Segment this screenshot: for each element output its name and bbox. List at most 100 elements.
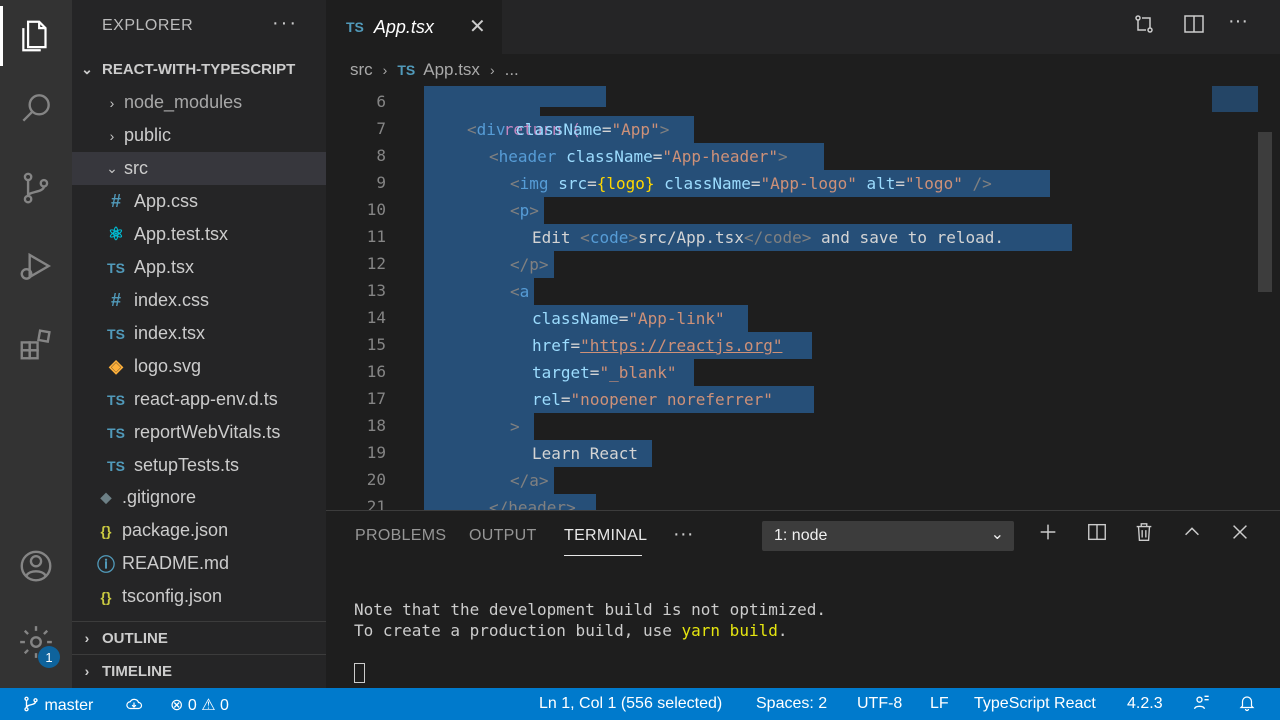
code-line: className="App-link" <box>532 309 725 328</box>
line-number: 8 <box>376 146 386 165</box>
tree-item-label: tsconfig.json <box>122 586 223 606</box>
chevron-down-icon: ⌄ <box>106 160 118 176</box>
language-mode-status[interactable]: TypeScript React <box>974 695 1096 713</box>
chevron-down-icon: ⌄ <box>990 526 1004 543</box>
terminal-cursor <box>354 663 365 683</box>
tab-problems[interactable]: PROBLEMS <box>355 527 446 545</box>
extensions-icon[interactable] <box>0 308 72 380</box>
line-number: 7 <box>376 119 386 138</box>
tree-item-report-web-vitals[interactable]: TS reportWebVitals.ts <box>72 416 326 449</box>
tree-item-index-css[interactable]: # index.css <box>72 284 326 317</box>
tree-item-package-json[interactable]: {} package.json <box>72 514 326 547</box>
code-line: <p> <box>510 201 539 220</box>
typescript-file-icon: TS <box>107 424 125 441</box>
line-number: 18 <box>366 416 386 435</box>
line-number: 14 <box>366 308 386 327</box>
breadcrumb-symbol[interactable]: ... <box>505 60 519 80</box>
source-control-icon[interactable] <box>0 152 72 224</box>
split-terminal-icon[interactable] <box>1086 521 1108 549</box>
code-line: <header className="App-header"> <box>489 147 788 166</box>
new-terminal-icon[interactable] <box>1037 521 1059 549</box>
open-changes-icon[interactable] <box>1132 12 1156 42</box>
tree-item-react-app-env[interactable]: TS react-app-env.d.ts <box>72 383 326 416</box>
line-number: 9 <box>376 173 386 192</box>
tree-item-gitignore[interactable]: ◆ .gitignore <box>72 481 326 514</box>
tree-item-readme[interactable]: ⓘ README.md <box>72 547 326 580</box>
editor-tab-bar: TS App.tsx ✕ ··· <box>326 0 1280 54</box>
eol-status[interactable]: LF <box>930 695 949 713</box>
tree-item-app-test[interactable]: ⚛ App.test.tsx <box>72 218 326 251</box>
problems-status[interactable]: ⊗ 0 ⚠ 0 <box>170 695 229 715</box>
breadcrumb-folder[interactable]: src <box>350 60 373 80</box>
outline-section-header[interactable]: › OUTLINE <box>72 622 326 654</box>
terminal-select[interactable]: 1: node ⌄ <box>762 521 1014 551</box>
run-debug-icon[interactable] <box>0 230 72 302</box>
editor-more-icon[interactable]: ··· <box>1228 10 1248 33</box>
tree-item-app-tsx[interactable]: TS App.tsx <box>72 251 326 284</box>
chevron-right-icon: › <box>84 630 90 646</box>
active-tab-indicator <box>564 555 642 556</box>
split-editor-icon[interactable] <box>1182 12 1206 42</box>
typescript-file-icon: TS <box>107 325 125 342</box>
status-bar: master ⊗ 0 ⚠ 0 Ln 1, Col 1 (556 selected… <box>0 688 1280 720</box>
tree-item-src[interactable]: ⌄ src <box>72 152 326 185</box>
explorer-sidebar: EXPLORER ··· ⌄ REACT-WITH-TYPESCRIPT › n… <box>72 0 326 688</box>
tree-item-app-css[interactable]: # App.css <box>72 185 326 218</box>
tree-item-public[interactable]: › public <box>72 119 326 152</box>
tab-output[interactable]: OUTPUT <box>469 527 537 545</box>
code-line: Learn React <box>532 444 638 463</box>
minimap[interactable] <box>1212 86 1258 112</box>
sync-icon[interactable] <box>124 695 144 718</box>
branch-status[interactable]: master <box>22 695 93 715</box>
typescript-version-status[interactable]: 4.2.3 <box>1127 695 1163 713</box>
indentation-status[interactable]: Spaces: 2 <box>756 695 827 713</box>
code-line: > <box>510 417 520 436</box>
explorer-title: EXPLORER <box>102 17 194 34</box>
feedback-icon[interactable] <box>1192 693 1212 718</box>
tree-item-index-tsx[interactable]: TS index.tsx <box>72 317 326 350</box>
line-number: 13 <box>366 281 386 300</box>
typescript-file-icon: TS <box>107 457 125 474</box>
explorer-more-icon[interactable]: ··· <box>272 12 298 35</box>
tree-item-logo-svg[interactable]: ◈ logo.svg <box>72 350 326 383</box>
line-number: 6 <box>376 92 386 111</box>
code-editor[interactable]: 6 7 8 9 10 11 12 13 14 15 16 17 18 19 20… <box>326 86 1280 510</box>
typescript-file-icon: TS <box>397 62 416 78</box>
tab-terminal[interactable]: TERMINAL <box>564 527 647 545</box>
cursor-position-status[interactable]: Ln 1, Col 1 (556 selected) <box>539 695 722 713</box>
settings-gear-icon[interactable] <box>0 606 72 678</box>
tree-item-label: App.test.tsx <box>134 224 229 244</box>
code-line: <div className="App"> <box>467 120 670 139</box>
code-line: rel="noopener noreferrer" <box>532 390 773 409</box>
breadcrumb-file[interactable]: App.tsx <box>423 60 480 80</box>
info-file-icon: ⓘ <box>97 554 115 575</box>
react-file-icon: ⚛ <box>107 224 125 244</box>
project-folder-header[interactable]: ⌄ REACT-WITH-TYPESCRIPT <box>72 53 326 85</box>
tree-item-tsconfig[interactable]: {} tsconfig.json <box>72 580 326 613</box>
tree-item-setup-tests[interactable]: TS setupTests.ts <box>72 449 326 482</box>
accounts-icon[interactable] <box>0 530 72 602</box>
tab-app-tsx[interactable]: TS App.tsx ✕ <box>326 0 502 54</box>
vscode-window: 1 EXPLORER ··· ⌄ REACT-WITH-TYPESCRIPT ›… <box>0 0 1280 720</box>
typescript-file-icon: TS <box>107 391 125 408</box>
line-number: 17 <box>366 389 386 408</box>
panel-more-icon[interactable]: ··· <box>673 523 694 546</box>
close-panel-icon[interactable] <box>1229 521 1251 549</box>
tree-item-node-modules[interactable]: › node_modules <box>72 86 326 119</box>
typescript-file-icon: TS <box>107 259 125 276</box>
settings-update-badge: 1 <box>38 646 60 668</box>
search-icon[interactable] <box>0 72 72 144</box>
code-line: </a> <box>510 471 549 490</box>
project-name: REACT-WITH-TYPESCRIPT <box>102 60 296 78</box>
timeline-section-header[interactable]: › TIMELINE <box>72 655 326 687</box>
close-tab-icon[interactable]: ✕ <box>469 14 486 39</box>
editor-scrollbar[interactable] <box>1258 132 1272 292</box>
notifications-bell-icon[interactable] <box>1238 693 1256 718</box>
kill-terminal-icon[interactable] <box>1133 521 1155 549</box>
explorer-icon[interactable] <box>0 0 72 72</box>
encoding-status[interactable]: UTF-8 <box>857 695 902 713</box>
tree-item-label: react-app-env.d.ts <box>134 389 278 409</box>
warning-icon: ⚠ <box>201 697 216 714</box>
maximize-panel-icon[interactable] <box>1181 521 1203 549</box>
line-number: 20 <box>366 470 386 489</box>
